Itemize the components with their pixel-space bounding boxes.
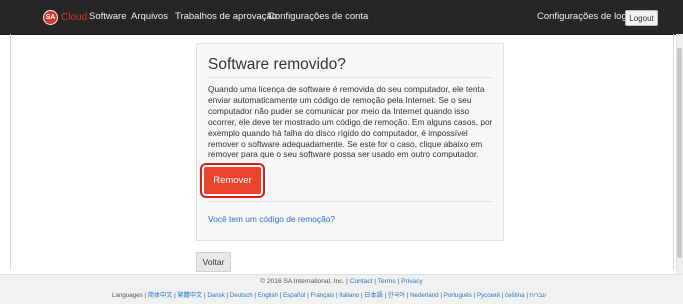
language-link[interactable]: Español	[283, 292, 305, 299]
copyright-text: © 2016 SA International, Inc. |	[260, 278, 348, 285]
language-link[interactable]: 日本語	[364, 292, 383, 299]
footer-languages: Languages | 简体中文 | 繁體中文 | Dansk | Deutsc…	[112, 292, 547, 299]
right-divider	[673, 34, 674, 270]
nav-arquivos[interactable]: Arquivos	[131, 11, 168, 22]
sa-logo-icon: SA	[43, 10, 58, 25]
language-link[interactable]: עברית	[530, 292, 546, 299]
nav-configuracoes-de-conta[interactable]: Configurações de conta	[268, 11, 368, 22]
nav-software[interactable]: Software	[89, 11, 127, 22]
back-button[interactable]: Voltar	[196, 252, 231, 272]
nav-configuracoes-de-login[interactable]: Configurações de login	[537, 11, 634, 22]
privacy-link[interactable]: Privacy	[401, 278, 423, 285]
title-divider	[207, 77, 493, 78]
language-link[interactable]: čeština	[505, 292, 525, 299]
sa-cloud-logo[interactable]: SA Cloud	[43, 9, 87, 26]
remove-button[interactable]: Remover	[204, 167, 261, 194]
contact-link[interactable]: Contact	[350, 278, 373, 285]
language-link[interactable]: 한국어	[388, 292, 405, 299]
top-navigation-bar: SA Cloud Software Arquivos Trabalhos de …	[0, 0, 683, 35]
nav-trabalhos-de-aprovacao[interactable]: Trabalhos de aprovação	[175, 11, 277, 22]
language-link[interactable]: Italiano	[339, 292, 359, 299]
language-link[interactable]: Deutsch	[230, 292, 253, 299]
language-link[interactable]: 繁體中文	[178, 292, 203, 299]
logout-button[interactable]: Logout	[625, 10, 658, 26]
language-link[interactable]: 简体中文	[148, 292, 173, 299]
panel-description: Quando uma licença de software é removid…	[208, 84, 493, 160]
logo-cloud-text: Cloud	[61, 12, 88, 23]
language-link[interactable]: English	[258, 292, 278, 299]
link-divider	[207, 201, 493, 202]
left-divider	[10, 34, 11, 270]
software-removed-panel: Software removido? Quando uma licença de…	[196, 43, 504, 241]
language-link[interactable]: Dansk	[207, 292, 225, 299]
language-link[interactable]: Português	[444, 292, 472, 299]
terms-link[interactable]: Terms	[378, 278, 396, 285]
language-link[interactable]: Nederland	[410, 292, 439, 299]
footer: © 2016 SA International, Inc. | Contact …	[0, 274, 683, 304]
languages-label: Languages	[112, 292, 143, 299]
panel-title: Software removido?	[208, 56, 346, 73]
language-link[interactable]: Français	[310, 292, 334, 299]
footer-copyright-line: © 2016 SA International, Inc. | Contact …	[260, 278, 423, 285]
language-link[interactable]: Русский	[477, 292, 500, 299]
scrollbar-thumb[interactable]	[677, 48, 682, 258]
removal-code-link[interactable]: Você tem um código de remoção?	[208, 214, 335, 224]
